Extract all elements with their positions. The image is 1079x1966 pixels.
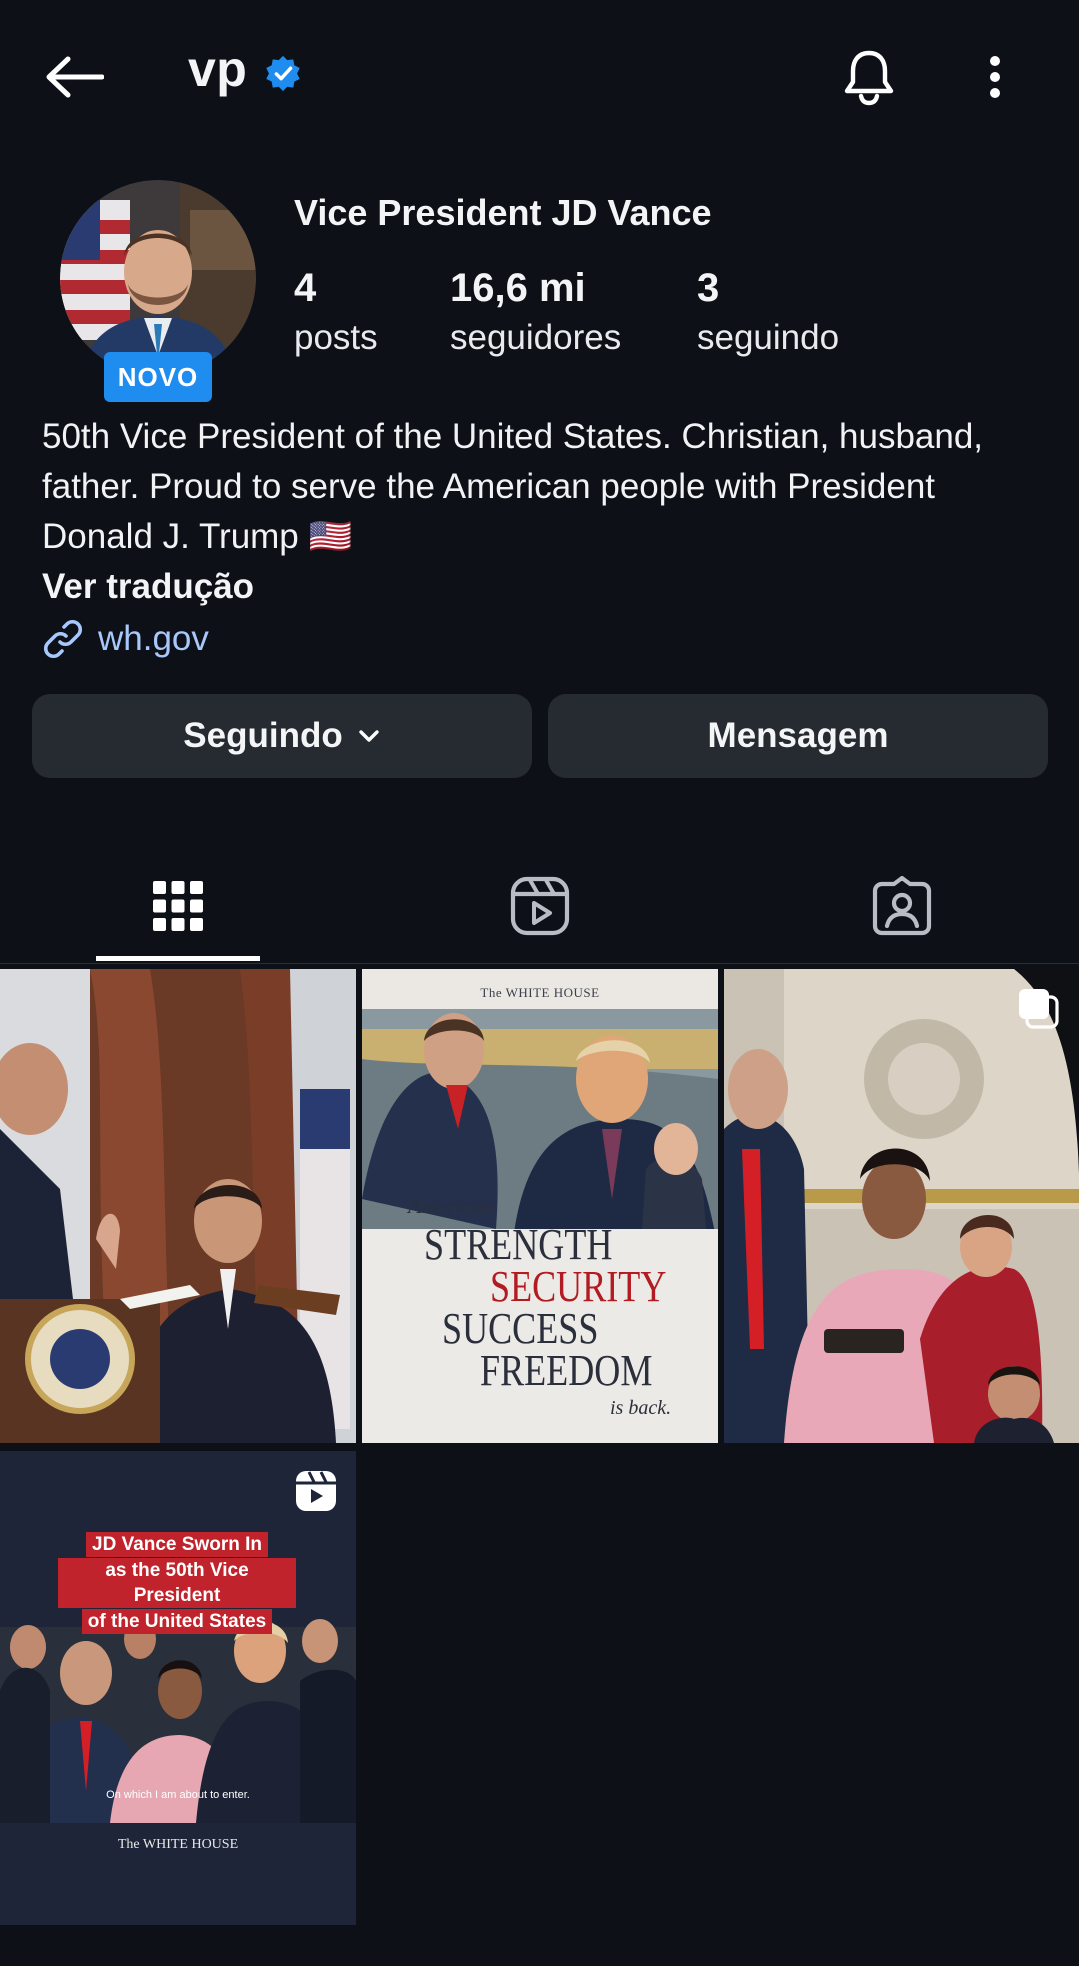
grid-post[interactable]: The WHITE HOUSE American STRENGTH SECURI… <box>362 969 718 1443</box>
followers-count: 16,6 mi <box>450 266 586 310</box>
following-button[interactable]: Seguindo <box>32 694 532 778</box>
chevron-down-icon <box>359 730 379 742</box>
grid-post[interactable]: JD Vance Sworn In as the 50th Vice Presi… <box>0 1451 356 1925</box>
profile-avatar[interactable] <box>60 180 256 376</box>
grid-icon <box>153 881 203 931</box>
more-options-icon[interactable] <box>975 44 1015 110</box>
profile-bio: 50th Vice President of the United States… <box>42 412 1042 562</box>
tab-tagged[interactable] <box>802 848 1002 964</box>
following-label: seguindo <box>697 318 840 357</box>
following-button-label: Seguindo <box>183 716 343 755</box>
bio-line: 50th Vice President of the United States… <box>42 417 984 456</box>
sworn-in-line: of the United States <box>81 1609 273 1634</box>
bio-line: Donald J. Trump 🇺🇸 <box>42 517 353 556</box>
tab-divider <box>0 963 1079 964</box>
profile-tabs <box>0 848 1079 964</box>
profile-link[interactable]: wh.gov <box>42 614 209 664</box>
profile-handle: vp <box>188 41 248 97</box>
white-house-footer: The WHITE HOUSE <box>117 1837 239 1852</box>
profile-link-text[interactable]: wh.gov <box>98 614 209 664</box>
message-button-label: Mensagem <box>707 716 889 755</box>
post-image <box>0 969 356 1443</box>
post-image <box>724 969 1079 1443</box>
reel-icon <box>296 1471 336 1511</box>
poster-is-back: is back. <box>610 1397 672 1419</box>
back-arrow-icon[interactable] <box>38 44 110 110</box>
post-image <box>0 1451 356 1925</box>
posts-label: posts <box>294 318 378 357</box>
verified-badge-icon <box>266 55 300 92</box>
sworn-in-title: JD Vance Sworn In as the 50th Vice Presi… <box>52 1527 302 1639</box>
grid-post[interactable] <box>724 969 1079 1443</box>
poster-american: American <box>408 1193 494 1218</box>
link-icon <box>43 619 83 659</box>
top-bar: vp <box>0 0 1079 150</box>
white-house-header: The WHITE HOUSE <box>480 985 600 1000</box>
display-name: Vice President JD Vance <box>294 192 712 233</box>
tab-posts-grid[interactable] <box>78 848 278 964</box>
posts-count: 4 <box>294 266 317 310</box>
profile-page: vp NOVO Vice President JD Vance 4 posts … <box>0 0 1079 1966</box>
video-caption: On which I am about to enter. <box>106 1789 250 1801</box>
notification-bell-icon[interactable] <box>836 44 902 110</box>
tab-reels[interactable] <box>440 848 640 964</box>
grid-post[interactable] <box>0 969 356 1443</box>
see-translation-link[interactable]: Ver tradução <box>42 562 254 612</box>
sworn-in-line: JD Vance Sworn In <box>86 1532 268 1557</box>
multiple-photos-icon <box>1019 989 1059 1029</box>
tagged-person-icon <box>872 876 932 936</box>
sworn-in-line: as the 50th Vice President <box>58 1558 296 1608</box>
message-button[interactable]: Mensagem <box>548 694 1048 778</box>
following-stat[interactable]: 3 seguindo <box>697 262 839 362</box>
posts-stat[interactable]: 4 posts <box>294 262 378 362</box>
reels-icon <box>510 876 570 936</box>
followers-label: seguidores <box>450 318 622 357</box>
bio-line: father. Proud to serve the American peop… <box>42 467 936 506</box>
new-badge: NOVO <box>104 352 212 402</box>
followers-stat[interactable]: 16,6 mi seguidores <box>450 262 621 362</box>
following-count: 3 <box>697 266 720 310</box>
active-tab-indicator <box>96 956 260 961</box>
poster-freedom: FREEDOM <box>480 1346 653 1395</box>
